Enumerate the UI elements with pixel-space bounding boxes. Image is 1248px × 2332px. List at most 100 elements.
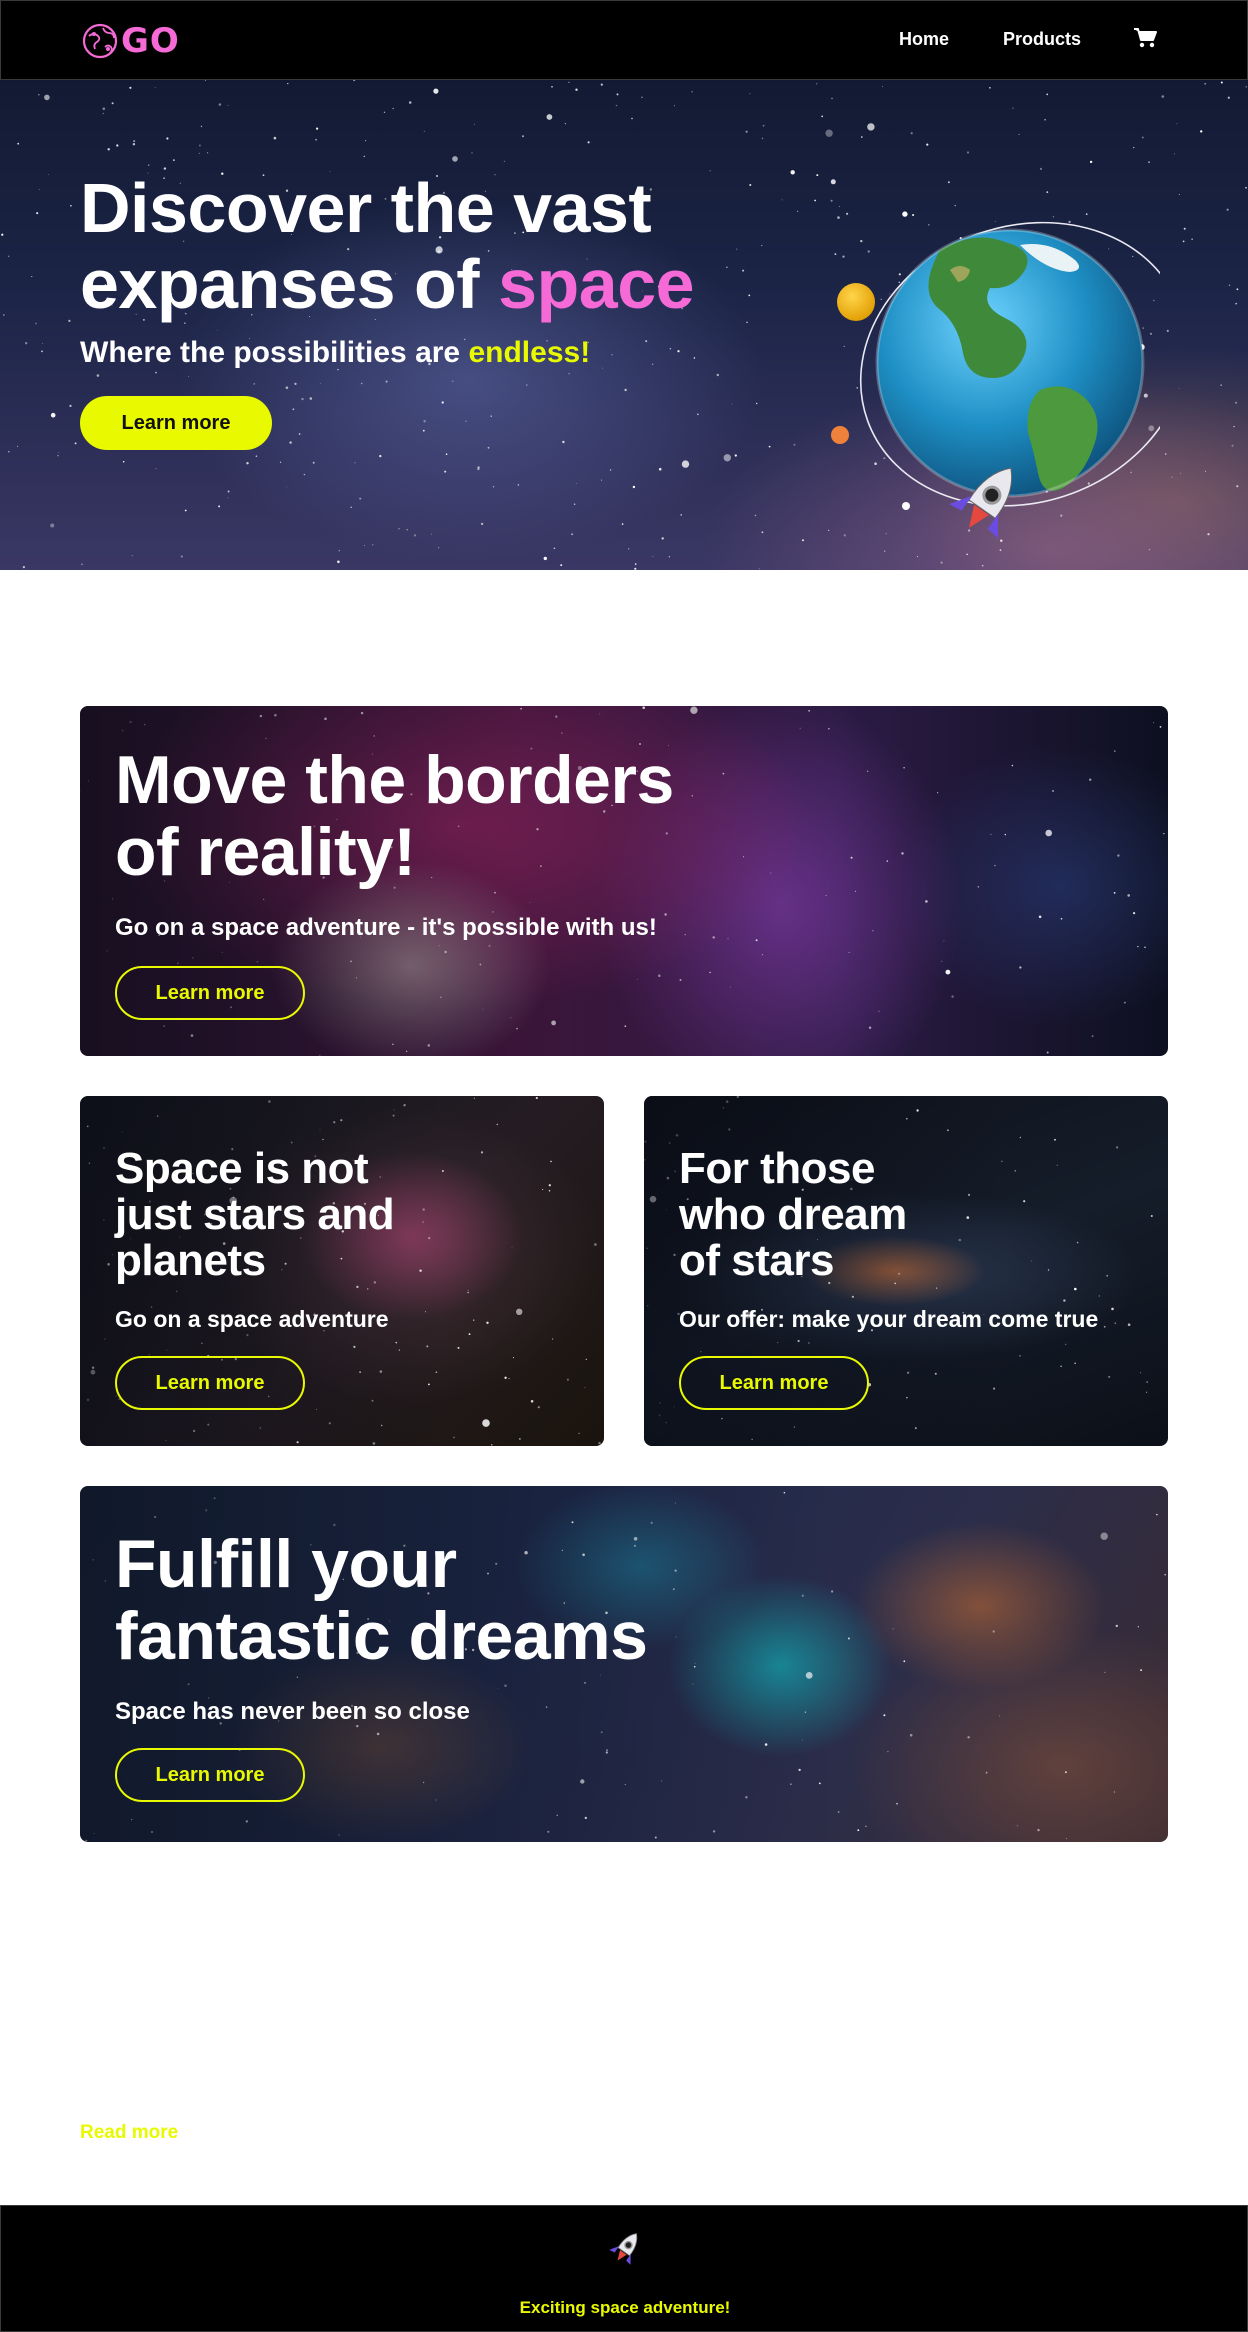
star-dot bbox=[631, 117, 633, 120]
star-dot bbox=[1231, 444, 1234, 447]
star-dot bbox=[1044, 119, 1046, 121]
star-dot bbox=[122, 460, 125, 463]
star-dot bbox=[25, 342, 28, 345]
star-dot bbox=[1245, 187, 1247, 189]
star-dot bbox=[1204, 82, 1207, 85]
star-dot bbox=[1046, 93, 1049, 96]
star-dot bbox=[748, 294, 751, 297]
star-dot bbox=[1183, 227, 1186, 230]
promo-card-not-just-stars: Space is not just stars and planets Go o… bbox=[80, 1096, 604, 1446]
star-dot bbox=[385, 380, 388, 383]
star-dot bbox=[22, 566, 25, 569]
star-dot bbox=[1, 233, 4, 236]
card-learn-more-button[interactable]: Learn more bbox=[115, 1748, 305, 1802]
star-dot bbox=[383, 111, 386, 113]
star-dot bbox=[289, 441, 292, 444]
star-dot bbox=[338, 550, 340, 552]
star-dot bbox=[227, 497, 229, 499]
star-dot bbox=[200, 125, 203, 128]
star-dot bbox=[749, 93, 751, 95]
star-dot bbox=[480, 522, 484, 526]
star-dot bbox=[641, 96, 643, 98]
star-dot bbox=[1161, 95, 1165, 98]
card-learn-more-button[interactable]: Learn more bbox=[679, 1356, 869, 1410]
nav-products-link[interactable]: Products bbox=[1003, 29, 1081, 50]
star-dot bbox=[132, 143, 136, 146]
star-dot bbox=[825, 129, 833, 137]
nav-home-link[interactable]: Home bbox=[899, 29, 949, 50]
promo-card-dreamers: For those who dream of stars Our offer: … bbox=[644, 1096, 1168, 1446]
star-dot bbox=[1245, 86, 1247, 88]
card-title-line2: who dream bbox=[679, 1190, 907, 1239]
star-dot bbox=[1207, 533, 1210, 536]
star-dot bbox=[1236, 288, 1239, 291]
star-dot bbox=[204, 80, 206, 81]
star-dot bbox=[392, 107, 394, 110]
star-dot bbox=[431, 533, 432, 535]
star-dot bbox=[726, 266, 728, 268]
star-dot bbox=[546, 114, 553, 120]
star-dot bbox=[166, 137, 169, 140]
star-dot bbox=[1228, 284, 1231, 286]
star-dot bbox=[1220, 384, 1222, 386]
star-dot bbox=[129, 86, 132, 89]
star-dot bbox=[17, 142, 20, 145]
logo[interactable]: GO bbox=[81, 21, 180, 61]
star-dot bbox=[568, 81, 570, 84]
star-dot bbox=[1012, 107, 1014, 109]
star-dot bbox=[861, 136, 863, 138]
star-dot bbox=[273, 136, 277, 140]
star-dot bbox=[758, 568, 760, 570]
star-dot bbox=[337, 560, 340, 564]
star-dot bbox=[473, 123, 475, 125]
hero-subtitle-text: Where the possibilities are bbox=[80, 336, 461, 369]
star-dot bbox=[736, 248, 738, 250]
star-dot bbox=[882, 86, 884, 88]
star-dot bbox=[227, 105, 229, 106]
card-subtitle: Go on a space adventure bbox=[115, 1306, 389, 1332]
star-dot bbox=[756, 402, 758, 405]
read-more-link[interactable]: Read more bbox=[80, 2122, 178, 2144]
star-dot bbox=[1133, 146, 1135, 149]
shopping-cart-icon[interactable] bbox=[1133, 27, 1157, 49]
footer: Exciting space adventure! bbox=[0, 2205, 1248, 2332]
star-dot bbox=[553, 547, 556, 550]
star-dot bbox=[989, 87, 991, 89]
star-dot bbox=[1227, 96, 1230, 99]
star-dot bbox=[96, 374, 100, 377]
star-dot bbox=[761, 137, 764, 140]
hero-learn-more-button[interactable]: Learn more bbox=[80, 396, 272, 450]
star-dot bbox=[645, 340, 648, 343]
star-dot bbox=[57, 455, 59, 457]
star-dot bbox=[17, 445, 18, 447]
card-title-line1: For those bbox=[679, 1144, 875, 1193]
star-dot bbox=[48, 174, 50, 175]
star-dot bbox=[1018, 133, 1020, 135]
star-dot bbox=[522, 135, 524, 138]
star-dot bbox=[1178, 194, 1180, 195]
star-dot bbox=[423, 130, 425, 132]
star-dot bbox=[477, 467, 480, 471]
star-dot bbox=[312, 461, 315, 464]
star-dot bbox=[673, 105, 675, 107]
card-learn-more-button[interactable]: Learn more bbox=[115, 1356, 305, 1410]
star-dot bbox=[303, 473, 306, 476]
star-dot bbox=[1204, 470, 1207, 472]
star-dot bbox=[1180, 472, 1182, 474]
star-dot bbox=[68, 319, 71, 322]
star-dot bbox=[910, 132, 913, 135]
star-dot bbox=[309, 397, 313, 400]
star-dot bbox=[155, 371, 157, 374]
star-dot bbox=[154, 87, 156, 88]
star-dot bbox=[8, 450, 10, 453]
star-dot bbox=[746, 321, 748, 324]
card-learn-more-button[interactable]: Learn more bbox=[115, 966, 305, 1020]
hero-subtitle: Where the possibilities are endless! bbox=[80, 336, 590, 370]
star-dot bbox=[601, 479, 602, 481]
star-dot bbox=[413, 534, 417, 537]
star-dot bbox=[319, 383, 321, 384]
star-dot bbox=[492, 486, 495, 488]
top-navbar: GO Home Products bbox=[0, 0, 1248, 80]
star-dot bbox=[316, 127, 319, 130]
star-dot bbox=[802, 539, 804, 542]
